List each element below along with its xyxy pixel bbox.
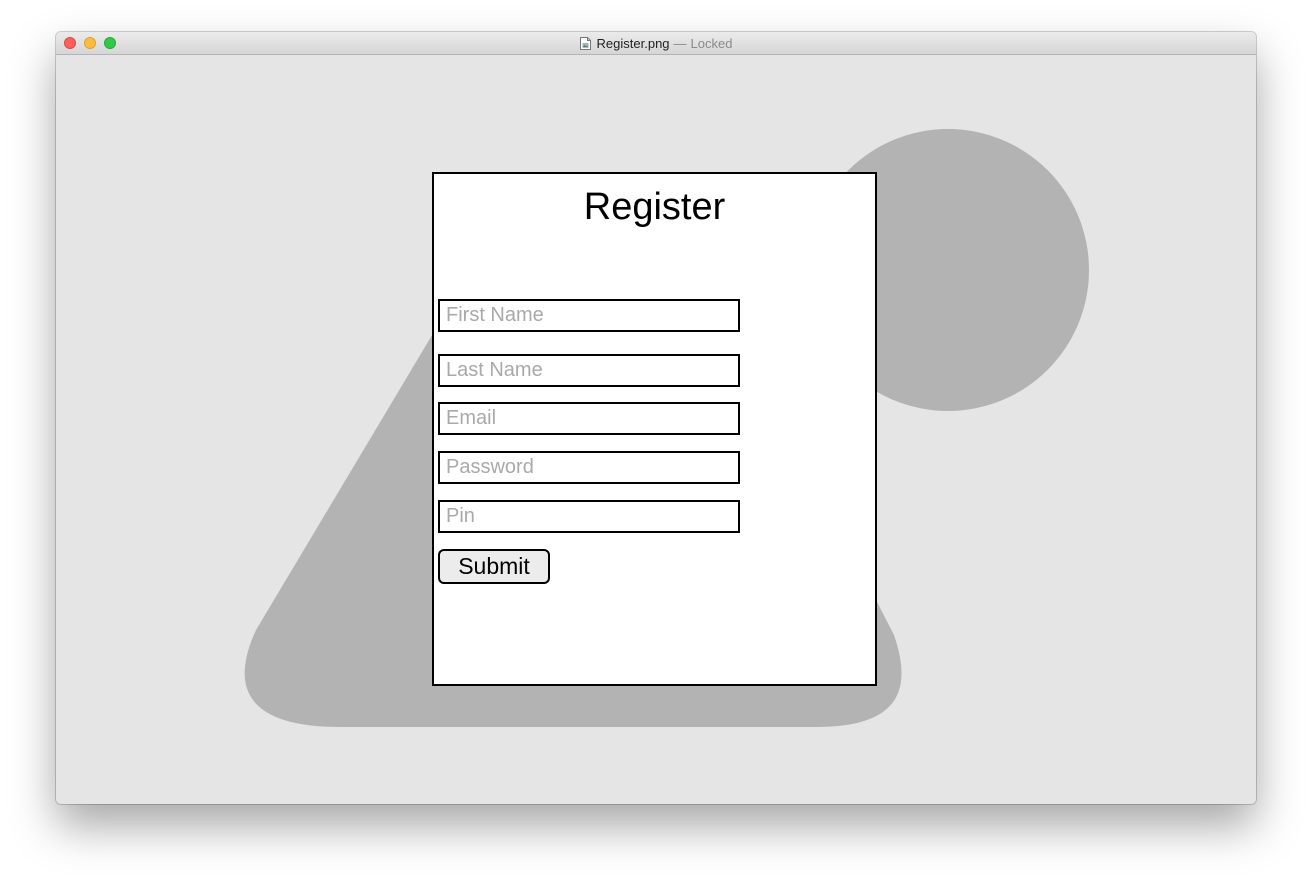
password-input[interactable] [438, 451, 740, 484]
window-locked-status: Locked [690, 35, 733, 51]
preview-window: Register.png — Locked Register Submit [56, 32, 1256, 804]
email-input[interactable] [438, 402, 740, 435]
register-title: Register [583, 186, 726, 228]
title-bar[interactable]: Register.png — Locked [56, 32, 1256, 55]
register-card: Register Submit [432, 172, 877, 686]
pin-input[interactable] [438, 500, 740, 533]
last-name-input[interactable] [438, 354, 740, 387]
document-image-icon [579, 36, 591, 50]
image-canvas: Register Submit [56, 55, 1256, 804]
submit-button[interactable]: Submit [438, 549, 550, 584]
window-title-separator: — [673, 35, 687, 51]
first-name-input[interactable] [438, 299, 740, 332]
window-title: Register.png — Locked [56, 32, 1256, 54]
window-file-name: Register.png [596, 35, 670, 51]
